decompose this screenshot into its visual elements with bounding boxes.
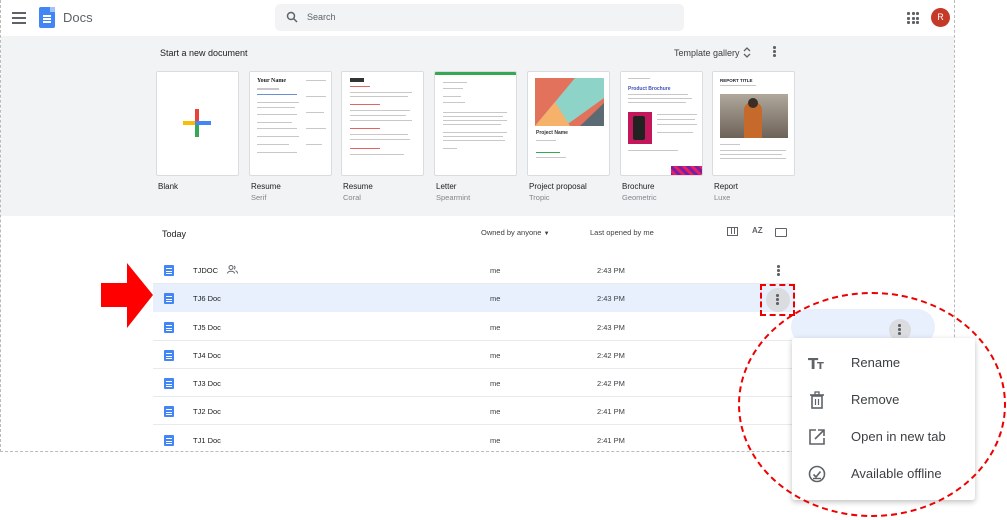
file-name: TJ1 Doc [193, 436, 221, 445]
main-menu-icon[interactable] [12, 12, 26, 24]
file-row[interactable]: TJDOC me 2:43 PM [153, 256, 795, 284]
template-card-resume-serif[interactable]: Your Name [249, 71, 332, 176]
doc-file-icon [164, 350, 174, 361]
owner-filter-label: Owned by anyone [481, 228, 542, 237]
file-owner: me [490, 407, 501, 416]
brochure-title-text: Product Brochure [628, 86, 671, 92]
file-owner: me [490, 294, 501, 303]
file-row[interactable]: TJ4 Doc me 2:42 PM [153, 341, 795, 369]
caret-down-icon: ▼ [543, 231, 550, 237]
account-avatar[interactable]: R [931, 8, 950, 27]
more-options-icon[interactable] [776, 265, 781, 277]
file-owner: me [490, 323, 501, 332]
template-card-project-proposal[interactable]: Project Name [527, 71, 610, 176]
file-name: TJ3 Doc [193, 379, 221, 388]
file-time: 2:43 PM [597, 266, 625, 275]
doc-file-icon [164, 322, 174, 333]
template-card-letter[interactable] [434, 71, 517, 176]
apps-grid-icon[interactable] [907, 12, 919, 24]
search-bar[interactable]: Search [275, 4, 684, 31]
file-row[interactable]: TJ5 Doc me 2:43 PM [153, 313, 795, 341]
file-time: 2:41 PM [597, 407, 625, 416]
sort-label[interactable]: Last opened by me [590, 228, 654, 237]
resume-title-text: Your Name [257, 78, 287, 84]
file-row[interactable]: TJ3 Doc me 2:42 PM [153, 369, 795, 397]
shared-people-icon [227, 265, 238, 274]
template-subtitle: Tropic [529, 193, 550, 202]
doc-file-icon [164, 293, 174, 304]
file-name: TJ5 Doc [193, 323, 221, 332]
file-row[interactable]: TJ1 Doc me 2:41 PM [153, 426, 795, 451]
template-name[interactable]: Resume [343, 182, 373, 191]
doc-file-icon [164, 435, 174, 446]
doc-file-icon [164, 406, 174, 417]
top-bar: Docs Search R [1, 0, 954, 36]
file-owner: me [490, 351, 501, 360]
file-row[interactable]: TJ2 Doc me 2:41 PM [153, 397, 795, 425]
template-card-brochure[interactable]: Product Brochure [620, 71, 703, 176]
file-row-selected[interactable]: TJ6 Doc me 2:43 PM [153, 284, 795, 312]
file-name: TJ4 Doc [193, 351, 221, 360]
template-heading: Start a new document [160, 48, 248, 58]
file-time: 2:42 PM [597, 379, 625, 388]
template-subtitle: Spearmint [436, 193, 471, 202]
search-icon[interactable] [286, 11, 298, 23]
file-name: TJ6 Doc [193, 294, 221, 303]
proposal-title-text: Project Name [536, 130, 568, 136]
section-heading: Today [162, 229, 187, 239]
doc-file-icon [164, 378, 174, 389]
proposal-graphic [535, 78, 604, 126]
template-card-blank[interactable] [156, 71, 239, 176]
grid-view-icon[interactable] [727, 227, 738, 236]
file-name: TJ2 Doc [193, 407, 221, 416]
template-gallery-button[interactable]: Template gallery [674, 48, 740, 58]
owner-filter-dropdown[interactable]: Owned by anyone ▼ [481, 228, 550, 237]
file-time: 2:43 PM [597, 294, 625, 303]
file-owner: me [490, 436, 501, 445]
unfold-icon[interactable] [743, 47, 751, 58]
file-time: 2:43 PM [597, 323, 625, 332]
file-owner: me [490, 266, 501, 275]
file-owner: me [490, 379, 501, 388]
file-name: TJDOC [193, 266, 218, 275]
template-name[interactable]: Letter [436, 182, 456, 191]
highlight-box-annotation [760, 284, 795, 316]
template-name[interactable]: Resume [251, 182, 281, 191]
template-card-resume-coral[interactable] [341, 71, 424, 176]
sort-az-icon[interactable]: AZ [752, 226, 763, 235]
template-card-report[interactable]: REPORT TITLE [712, 71, 795, 176]
template-subtitle: Geometric [622, 193, 657, 202]
docs-logo-icon[interactable] [39, 7, 55, 28]
app-title[interactable]: Docs [63, 10, 93, 25]
search-input[interactable]: Search [307, 12, 336, 22]
template-name[interactable]: Project proposal [529, 182, 587, 191]
red-arrow-annotation [101, 263, 153, 328]
template-name[interactable]: Brochure [622, 182, 654, 191]
plus-icon [183, 109, 211, 137]
folder-picker-icon[interactable] [775, 228, 787, 237]
template-subtitle: Luxe [714, 193, 731, 202]
template-more-icon[interactable] [772, 46, 777, 58]
template-section: Start a new document Template gallery Yo… [1, 36, 954, 216]
template-name[interactable]: Report [714, 182, 738, 191]
template-subtitle: Serif [251, 193, 267, 202]
report-title-text: REPORT TITLE [720, 78, 753, 83]
template-name[interactable]: Blank [158, 182, 178, 191]
file-time: 2:42 PM [597, 351, 625, 360]
template-subtitle: Coral [343, 193, 361, 202]
file-time: 2:41 PM [597, 436, 625, 445]
doc-file-icon [164, 265, 174, 276]
zoom-circle-annotation [738, 292, 1006, 517]
